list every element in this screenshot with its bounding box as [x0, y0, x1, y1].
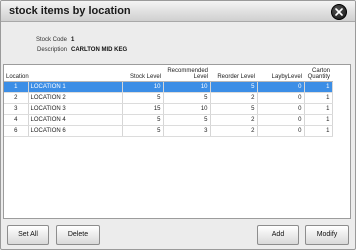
location-number: 6 [4, 125, 29, 137]
table-row[interactable]: 6 LOCATION 6 5 3 2 0 1 [4, 125, 333, 137]
reorder-level-cell: 5 [210, 103, 258, 115]
location-grid: Location Stock Level Recommended Level R… [3, 64, 351, 219]
carton-quantity-cell: 1 [304, 103, 333, 115]
layby-level-cell: 0 [257, 81, 305, 93]
layby-level-cell: 0 [257, 114, 305, 126]
header-recommended-level[interactable]: Recommended Level [163, 65, 210, 82]
header-carton-quantity[interactable]: Carton Quantity [304, 65, 332, 82]
carton-quantity-cell: 1 [304, 81, 333, 93]
table-row[interactable]: 4 LOCATION 4 5 5 2 0 1 [4, 114, 333, 126]
header-location[interactable]: Location [4, 65, 29, 82]
window-title: stock items by location [9, 5, 131, 17]
stock-level-cell: 15 [122, 103, 164, 115]
recommended-level-cell: 10 [163, 103, 211, 115]
close-icon [335, 8, 343, 16]
layby-level-cell: 0 [257, 125, 305, 137]
carton-quantity-cell: 1 [304, 125, 333, 137]
location-table: Location Stock Level Recommended Level R… [4, 65, 333, 137]
description-value: CARLTON MID KEG [71, 47, 128, 53]
location-number: 4 [4, 114, 29, 126]
set-all-button[interactable]: Set All [7, 225, 49, 245]
layby-level-cell: 0 [257, 103, 305, 115]
location-name: LOCATION 3 [28, 103, 123, 115]
location-name: LOCATION 2 [28, 92, 123, 104]
stock-code-value: 1 [71, 37, 75, 43]
recommended-level-cell: 5 [163, 114, 211, 126]
stock-level-cell: 5 [122, 92, 164, 104]
recommended-level-cell: 3 [163, 125, 211, 137]
close-button[interactable] [331, 4, 347, 20]
location-number: 1 [4, 81, 29, 93]
header-layby-level[interactable]: LaybyLevel [257, 65, 304, 82]
add-button[interactable]: Add [257, 225, 299, 245]
stock-level-cell: 5 [122, 125, 164, 137]
stock-level-cell: 10 [122, 81, 164, 93]
recommended-level-cell: 10 [163, 81, 211, 93]
carton-quantity-cell: 1 [304, 92, 333, 104]
description-label: Description [36, 47, 67, 53]
location-number: 3 [4, 103, 29, 115]
table-row[interactable]: 1 LOCATION 1 10 10 5 0 1 [4, 81, 333, 93]
title-bar: stock items by location [1, 1, 355, 22]
recommended-level-cell: 5 [163, 92, 211, 104]
header-reorder-level[interactable]: Reorder Level [210, 65, 257, 82]
location-name: LOCATION 6 [28, 125, 123, 137]
location-name: LOCATION 4 [28, 114, 123, 126]
table-row[interactable]: 3 LOCATION 3 15 10 5 0 1 [4, 103, 333, 115]
carton-quantity-cell: 1 [304, 114, 333, 126]
layby-level-cell: 0 [257, 92, 305, 104]
stock-by-location-window: stock items by location Stock Code 1 Des… [0, 0, 356, 250]
location-name: LOCATION 1 [28, 81, 123, 93]
reorder-level-cell: 2 [210, 114, 258, 126]
stock-code-label: Stock Code [35, 37, 67, 43]
reorder-level-cell: 2 [210, 125, 258, 137]
stock-level-cell: 5 [122, 114, 164, 126]
table-header-row: Location Stock Level Recommended Level R… [4, 65, 332, 82]
reorder-level-cell: 2 [210, 92, 258, 104]
header-stock-level[interactable]: Stock Level [122, 65, 163, 82]
header-spacer [28, 65, 122, 82]
delete-button[interactable]: Delete [56, 225, 100, 245]
table-row[interactable]: 2 LOCATION 2 5 5 2 0 1 [4, 92, 333, 104]
modify-button[interactable]: Modify [305, 225, 349, 245]
reorder-level-cell: 5 [210, 81, 258, 93]
location-number: 2 [4, 92, 29, 104]
